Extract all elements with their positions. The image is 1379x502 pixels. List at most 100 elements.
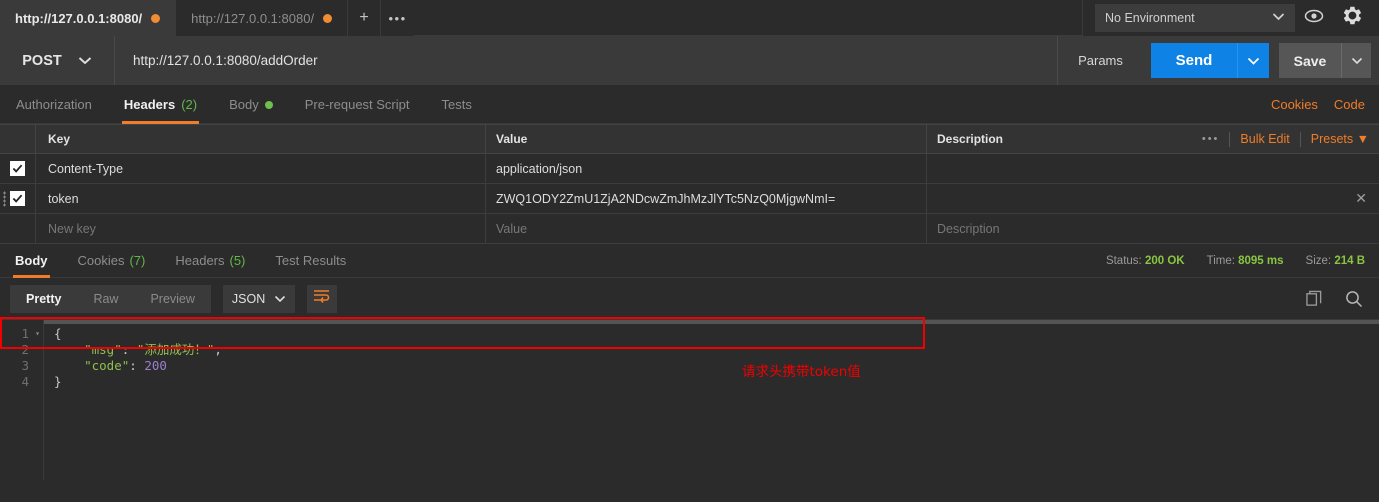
tab-tests-label: Tests xyxy=(441,97,472,112)
unsaved-indicator-icon xyxy=(323,13,333,23)
view-pretty-button[interactable]: Pretty xyxy=(10,285,77,313)
line-number: 1 ▾ xyxy=(0,326,43,342)
column-value-header: Value xyxy=(486,125,927,153)
chevron-down-icon xyxy=(274,292,286,306)
save-options-button[interactable] xyxy=(1341,43,1371,78)
response-tab-cookies[interactable]: Cookies (7) xyxy=(63,244,161,278)
eye-icon xyxy=(1304,9,1324,28)
new-description-input[interactable]: Description xyxy=(927,214,1379,243)
url-input[interactable]: http://127.0.0.1:8080/addOrder xyxy=(115,36,1057,85)
view-preview-button[interactable]: Preview xyxy=(134,285,210,313)
headers-table-actions: ••• Bulk Edit Presets ▼ xyxy=(1202,131,1369,147)
response-actions xyxy=(1306,290,1363,308)
request-tab-1[interactable]: http://127.0.0.1:8080/ xyxy=(176,0,349,36)
column-description-header: Description ••• Bulk Edit Presets ▼ xyxy=(927,125,1379,153)
code-line: } xyxy=(54,374,1379,390)
row-enable-checkbox[interactable] xyxy=(10,191,25,206)
response-tab-cookies-count: (7) xyxy=(129,253,146,268)
headers-table: Key Value Description ••• Bulk Edit Pres… xyxy=(0,124,1379,380)
unsaved-indicator-icon xyxy=(151,13,161,23)
response-tab-headers-count: (5) xyxy=(229,253,246,268)
fold-arrow-icon[interactable]: ▾ xyxy=(35,326,40,342)
response-tab-headers[interactable]: Headers (5) xyxy=(160,244,260,278)
table-row-new: New key Value Description xyxy=(0,214,1379,244)
row-enable-cell xyxy=(0,154,36,183)
code-key-msg: "msg" xyxy=(84,342,122,357)
row-drag-handle[interactable] xyxy=(3,191,6,207)
gear-icon xyxy=(1342,5,1363,31)
tab-pre-request-script[interactable]: Pre-request Script xyxy=(289,86,426,124)
new-key-input[interactable]: New key xyxy=(36,214,486,243)
environment-quick-look-button[interactable] xyxy=(1295,3,1333,33)
new-tab-button[interactable]: + xyxy=(348,0,382,36)
tab-body[interactable]: Body xyxy=(213,86,289,124)
cookies-link[interactable]: Cookies xyxy=(1271,97,1318,112)
response-format-select[interactable]: JSON xyxy=(222,284,295,313)
annotation-text: 请求头携带token值 xyxy=(742,364,861,380)
http-method-label: POST xyxy=(22,52,62,69)
chevron-down-icon xyxy=(1351,52,1363,70)
tab-options-button[interactable]: ••• xyxy=(381,0,414,36)
header-value-input[interactable]: ZWQ1ODY2ZmU1ZjA2NDcwZmJhMzJlYTc5NzQ0Mjgw… xyxy=(486,184,927,213)
request-section-tabs: Authorization Headers (2) Body Pre-reque… xyxy=(0,86,1379,124)
request-tab-0[interactable]: http://127.0.0.1:8080/ xyxy=(0,0,177,36)
response-format-value: JSON xyxy=(231,291,266,306)
tab-pre-request-script-label: Pre-request Script xyxy=(304,97,410,112)
divider xyxy=(1299,131,1301,147)
params-button[interactable]: Params xyxy=(1057,36,1143,85)
horizontal-scrollbar[interactable] xyxy=(44,320,1379,324)
header-description-input[interactable] xyxy=(927,184,1379,213)
tab-headers[interactable]: Headers (2) xyxy=(108,86,213,124)
copy-button[interactable] xyxy=(1306,290,1323,307)
word-wrap-button[interactable] xyxy=(306,284,337,313)
time-label: Time: xyxy=(1206,254,1235,267)
tab-headers-count: (2) xyxy=(181,97,198,112)
view-raw-button[interactable]: Raw xyxy=(77,285,134,313)
tab-authorization[interactable]: Authorization xyxy=(0,86,108,124)
environment-select[interactable]: No Environment xyxy=(1095,4,1295,32)
tab-tests[interactable]: Tests xyxy=(426,86,488,124)
chevron-down-icon xyxy=(1272,12,1285,24)
response-view-controls: Pretty Raw Preview JSON xyxy=(0,278,1379,320)
settings-button[interactable] xyxy=(1333,3,1371,33)
code-key-code: "code" xyxy=(84,358,130,373)
word-wrap-icon xyxy=(313,289,330,308)
time-value: 8095 ms xyxy=(1238,254,1284,267)
status-group: Status: 200 OK xyxy=(1106,255,1185,267)
response-body-code[interactable]: { "msg": "添加成功！", "code": 200 } xyxy=(44,320,1379,480)
row-enable-cell xyxy=(0,214,36,243)
header-description-input[interactable] xyxy=(927,154,1379,183)
remove-row-button[interactable]: ✕ xyxy=(1355,190,1367,207)
column-description-label: Description xyxy=(937,132,1004,146)
row-enable-checkbox[interactable] xyxy=(10,161,25,176)
send-options-button[interactable] xyxy=(1237,43,1269,78)
presets-button[interactable]: Presets ▼ xyxy=(1311,132,1369,146)
response-tab-test-results[interactable]: Test Results xyxy=(260,244,361,278)
header-value-input[interactable]: application/json xyxy=(486,154,927,183)
response-body-viewer: 1 ▾ 2 3 4 { "msg": "添加成功！", "code": 200 … xyxy=(0,320,1379,480)
line-number-text: 1 xyxy=(21,326,29,341)
headers-table-head: Key Value Description ••• Bulk Edit Pres… xyxy=(0,124,1379,154)
header-key-input[interactable]: Content-Type xyxy=(36,154,486,183)
bulk-edit-button[interactable]: Bulk Edit xyxy=(1240,132,1289,146)
response-tab-test-results-label: Test Results xyxy=(275,253,347,268)
response-section-tabs: Body Cookies (7) Headers (5) Test Result… xyxy=(0,244,1379,278)
divider xyxy=(1229,131,1231,147)
code-link[interactable]: Code xyxy=(1334,97,1365,112)
request-tab-0-label: http://127.0.0.1:8080/ xyxy=(15,10,143,26)
response-tab-headers-label: Headers xyxy=(175,253,225,268)
request-url-bar: POST http://127.0.0.1:8080/addOrder Para… xyxy=(0,36,1379,86)
response-tab-body[interactable]: Body xyxy=(0,244,63,278)
code-value-msg: "添加成功！" xyxy=(136,342,215,357)
header-key-input[interactable]: token xyxy=(36,184,486,213)
save-button[interactable]: Save xyxy=(1279,43,1341,78)
search-button[interactable] xyxy=(1345,290,1363,308)
send-button[interactable]: Send xyxy=(1151,43,1237,78)
search-icon xyxy=(1345,290,1363,308)
environment-toolbar: No Environment xyxy=(1082,0,1379,36)
status-badge: 200 OK xyxy=(1144,254,1185,267)
new-value-input[interactable]: Value xyxy=(486,214,927,243)
tab-body-label: Body xyxy=(229,97,259,112)
table-more-options-button[interactable]: ••• xyxy=(1202,133,1220,145)
http-method-select[interactable]: POST xyxy=(0,36,115,85)
